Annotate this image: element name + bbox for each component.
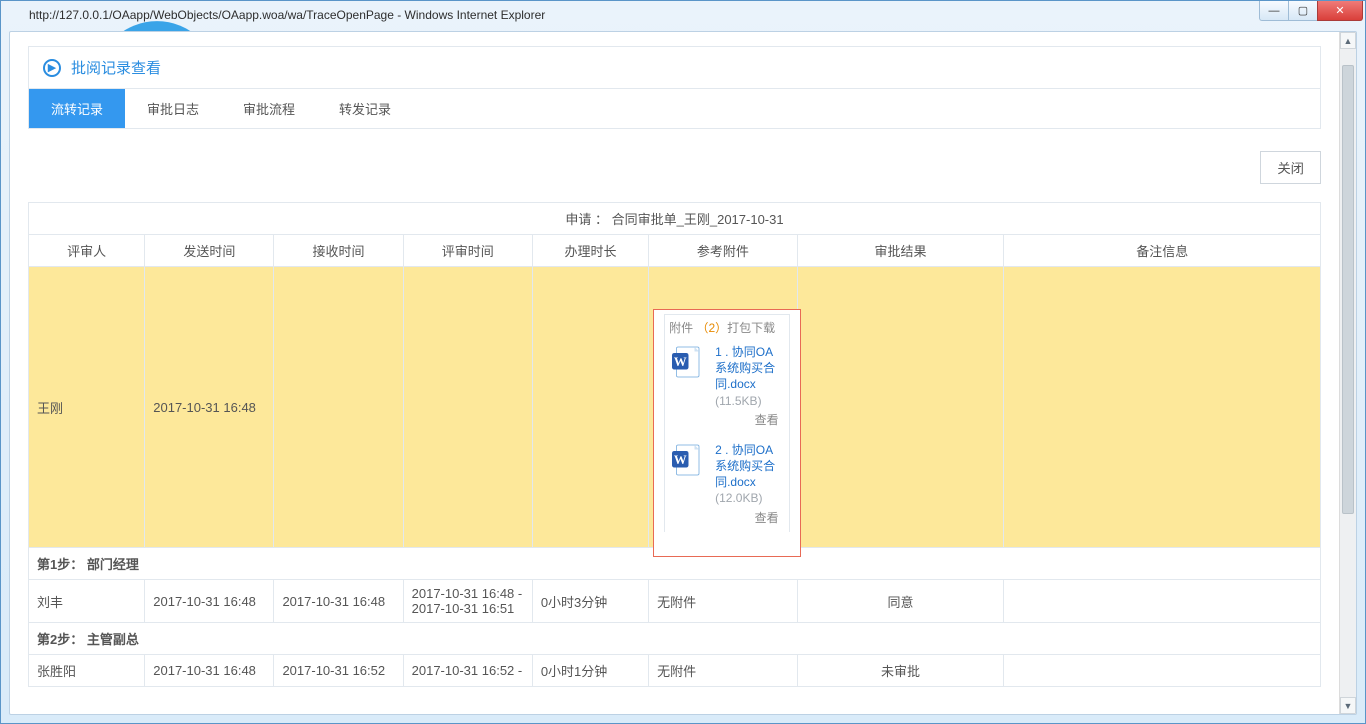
attachment-popup: 附件 （2）打包下载 1 . 协同OA系统购买合同.docx (11.5KB): [653, 309, 801, 557]
step-label: 第2步： 主管副总: [29, 623, 1321, 655]
cell-reviewer: 刘丰: [29, 580, 145, 623]
scroll-thumb[interactable]: [1342, 65, 1354, 514]
table-caption: 申请 ： 合同审批单_王刚_2017-10-31: [29, 203, 1321, 235]
tab-forward-record[interactable]: 转发记录: [317, 89, 413, 128]
cell-note: [1004, 580, 1321, 623]
window-controls: — ▢ ✕: [1260, 1, 1363, 21]
file-size: (12.0KB): [715, 491, 762, 505]
table-row: 王刚 2017-10-31 16:48 附件 （2）打包下载: [29, 267, 1321, 548]
cell-reviewed: [403, 267, 532, 548]
attach-label: 附件: [669, 321, 693, 335]
cell-duration: [532, 267, 648, 548]
ie-icon: [7, 7, 23, 23]
action-bar: 关闭: [28, 151, 1321, 184]
tab-approval-flow[interactable]: 审批流程: [221, 89, 317, 128]
cell-received: [274, 267, 403, 548]
window-title: http://127.0.0.1/OAapp/WebObjects/OAapp.…: [29, 8, 545, 22]
cell-result: 未审批: [797, 655, 1004, 687]
cell-duration: 0小时1分钟: [532, 655, 648, 687]
step-row: 第2步： 主管副总: [29, 623, 1321, 655]
cell-duration: 0小时3分钟: [532, 580, 648, 623]
attachment-item: 1 . 协同OA系统购买合同.docx (11.5KB): [669, 344, 785, 409]
cell-attachment: 无附件: [649, 655, 798, 687]
table-row: 张胜阳 2017-10-31 16:48 2017-10-31 16:52 20…: [29, 655, 1321, 687]
minimize-button[interactable]: —: [1259, 1, 1289, 21]
tab-approval-log[interactable]: 审批日志: [125, 89, 221, 128]
cell-result: [797, 267, 1004, 548]
table-header-row: 评审人 发送时间 接收时间 评审时间 办理时长 参考附件 审批结果 备注信息: [29, 235, 1321, 267]
col-reviewer: 评审人: [29, 235, 145, 267]
window-close-button[interactable]: ✕: [1317, 1, 1363, 21]
tab-bar: 流转记录 审批日志 审批流程 转发记录: [28, 89, 1321, 129]
col-reviewed: 评审时间: [403, 235, 532, 267]
cell-sent: 2017-10-31 16:48: [145, 655, 274, 687]
scroll-up-arrow-icon[interactable]: ▲: [1340, 32, 1356, 49]
word-icon: [669, 344, 705, 380]
maximize-button[interactable]: ▢: [1288, 1, 1318, 21]
cell-reviewed: 2017-10-31 16:48 - 2017-10-31 16:51: [403, 580, 532, 623]
attachment-item: 2 . 协同OA系统购买合同.docx (12.0KB): [669, 442, 785, 507]
attach-count: （2）: [696, 321, 727, 335]
panel-header: ▶ 批阅记录查看: [28, 46, 1321, 89]
word-icon: [669, 442, 705, 478]
table-row: 刘丰 2017-10-31 16:48 2017-10-31 16:48 201…: [29, 580, 1321, 623]
attach-pack-download[interactable]: 打包下载: [727, 321, 775, 335]
vertical-scrollbar[interactable]: ▲ ▼: [1339, 32, 1356, 714]
col-sent: 发送时间: [145, 235, 274, 267]
attachment-header: 附件 （2）打包下载: [669, 319, 785, 336]
cell-received: 2017-10-31 16:48: [274, 580, 403, 623]
cell-reviewer: 王刚: [29, 267, 145, 548]
content: ▶ 批阅记录查看 流转记录 审批日志 审批流程 转发记录 关闭 申请 ： 合同审…: [10, 32, 1339, 714]
cell-sent: 2017-10-31 16:48: [145, 580, 274, 623]
col-note: 备注信息: [1004, 235, 1321, 267]
cell-sent: 2017-10-31 16:48: [145, 267, 274, 548]
flow-table: 申请 ： 合同审批单_王刚_2017-10-31 评审人 发送时间 接收时间 评…: [28, 202, 1321, 687]
col-result: 审批结果: [797, 235, 1004, 267]
titlebar[interactable]: http://127.0.0.1/OAapp/WebObjects/OAapp.…: [1, 1, 1365, 29]
client-area: ▶ 批阅记录查看 流转记录 审批日志 审批流程 转发记录 关闭 申请 ： 合同审…: [9, 31, 1357, 715]
cell-received: 2017-10-31 16:52: [274, 655, 403, 687]
scroll-down-arrow-icon[interactable]: ▼: [1340, 697, 1356, 714]
arrow-right-circle-icon: ▶: [43, 59, 61, 77]
close-button[interactable]: 关闭: [1260, 151, 1321, 184]
cell-result: 同意: [797, 580, 1004, 623]
cell-attachment: 无附件: [649, 580, 798, 623]
browser-window: http://127.0.0.1/OAapp/WebObjects/OAapp.…: [0, 0, 1366, 724]
cell-reviewer: 张胜阳: [29, 655, 145, 687]
cell-note: [1004, 655, 1321, 687]
file-size: (11.5KB): [715, 394, 761, 408]
file-view-link[interactable]: 查看: [669, 507, 785, 532]
file-view-link[interactable]: 查看: [669, 409, 785, 434]
panel-title: 批阅记录查看: [71, 57, 161, 78]
cell-attachment: 附件 （2）打包下载 1 . 协同OA系统购买合同.docx (11.5KB): [649, 267, 798, 548]
col-received: 接收时间: [274, 235, 403, 267]
cell-reviewed: 2017-10-31 16:52 -: [403, 655, 532, 687]
tab-flow-record[interactable]: 流转记录: [29, 89, 125, 128]
file-name[interactable]: 2 . 协同OA系统购买合同.docx: [715, 443, 775, 489]
col-attachment: 参考附件: [649, 235, 798, 267]
col-duration: 办理时长: [532, 235, 648, 267]
file-name[interactable]: 1 . 协同OA系统购买合同.docx: [715, 345, 775, 391]
cell-note: [1004, 267, 1321, 548]
